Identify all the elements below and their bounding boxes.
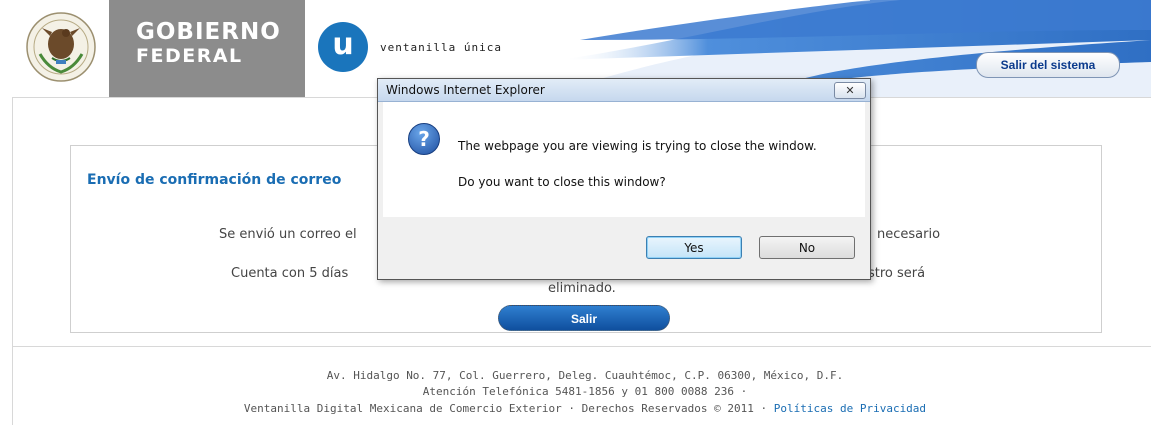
footer-phone: Atención Telefónica 5481-1856 y 01 800 0… <box>422 385 748 398</box>
logout-button[interactable]: Salir del sistema <box>976 52 1120 78</box>
dialog-titlebar[interactable]: Windows Internet Explorer ✕ <box>378 79 870 102</box>
dialog-yes-button[interactable]: Yes <box>646 236 742 259</box>
dialog-no-button[interactable]: No <box>759 236 855 259</box>
message-line2-left: Cuenta con 5 días <box>231 266 349 281</box>
footer-rights-row: Ventanilla Digital Mexicana de Comercio … <box>0 402 1151 415</box>
message-line1-right: necesario <box>877 227 941 242</box>
dialog-message-1: The webpage you are viewing is trying to… <box>458 139 817 153</box>
footer-address: Av. Hidalgo No. 77, Col. Guerrero, Deleg… <box>326 369 844 382</box>
dialog-close-icon[interactable]: ✕ <box>834 82 866 99</box>
close-window-dialog: Windows Internet Explorer ✕ ? The webpag… <box>377 78 871 280</box>
footer-rights: Ventanilla Digital Mexicana de Comercio … <box>243 402 768 415</box>
ventanilla-logo-text: ventanilla única <box>380 41 502 54</box>
dialog-body <box>383 102 865 217</box>
page-title: Envío de confirmación de correo <box>87 172 342 188</box>
privacy-policy-link[interactable]: Políticas de Privacidad <box>774 402 926 415</box>
gobierno-federal-logo: Gobierno Federal <box>109 0 305 97</box>
message-line1-left: Se envió un correo el <box>219 227 357 242</box>
footer-divider <box>12 346 1151 347</box>
gob-logo-line1: Gobierno <box>136 19 281 45</box>
ventanilla-logo-icon: u <box>318 22 368 72</box>
gob-logo-line2: Federal <box>136 45 243 67</box>
mexico-seal-icon <box>26 12 96 82</box>
question-icon: ? <box>408 123 440 155</box>
message-line3: eliminado. <box>548 281 616 296</box>
message-line2-right: stro será <box>868 266 926 281</box>
dialog-title: Windows Internet Explorer <box>386 83 545 97</box>
seal-logo-box <box>12 0 110 97</box>
dialog-message-2: Do you want to close this window? <box>458 175 666 189</box>
salir-button[interactable]: Salir <box>498 305 670 331</box>
